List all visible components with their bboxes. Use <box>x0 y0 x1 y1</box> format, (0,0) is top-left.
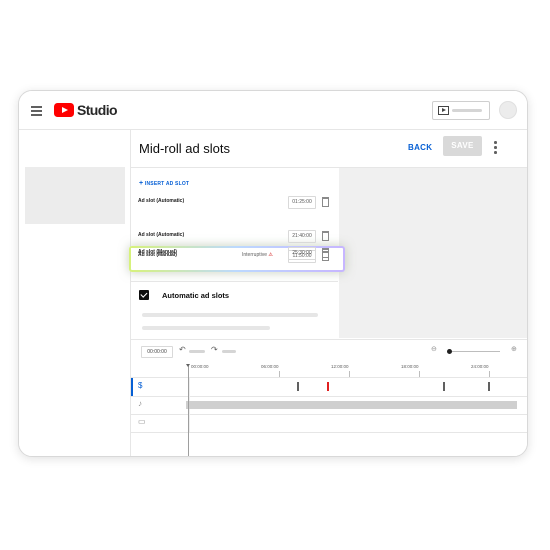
sidebar-thumbnail <box>25 167 125 224</box>
zoom-slider-track[interactable] <box>452 351 500 352</box>
description-placeholder <box>142 313 318 317</box>
create-button-label-placeholder <box>452 109 482 112</box>
youtube-logo-icon[interactable] <box>54 103 74 117</box>
ad-slot-label: Ad slot (Manual) <box>138 249 177 255</box>
top-bar: Studio <box>19 91 527 130</box>
ad-slot-marker[interactable] <box>443 382 445 391</box>
automatic-ad-slots-checkbox[interactable] <box>139 290 149 300</box>
create-button[interactable] <box>432 101 490 120</box>
hamburger-icon[interactable] <box>31 106 42 118</box>
ruler-tick-label: 00:00:00 <box>191 364 209 369</box>
ad-slot-marker[interactable] <box>297 382 299 391</box>
ruler-tick <box>349 371 350 377</box>
zoom-out-icon[interactable]: ⊖ <box>431 345 437 353</box>
main-content: Mid-roll ad slots BACK SAVE + INSERT AD … <box>131 130 527 456</box>
timeline-toolbar: 00:00:00 ↶ ↷ ⊖ ⊕ <box>131 339 527 362</box>
zoom-in-icon[interactable]: ⊕ <box>511 345 517 353</box>
undo-icon[interactable]: ↶ <box>179 345 186 354</box>
video-icon: ▭ <box>138 417 146 426</box>
ad-slot-time-field[interactable]: 01:25:00 <box>288 196 316 209</box>
ruler-tick <box>419 371 420 377</box>
playhead[interactable] <box>186 364 190 456</box>
insert-ad-slot-button[interactable]: + INSERT AD SLOT <box>139 180 189 187</box>
zoom-slider-handle[interactable] <box>447 349 452 354</box>
app-name[interactable]: Studio <box>77 102 118 118</box>
description-placeholder <box>142 326 270 330</box>
automatic-ad-slots-section: Automatic ad slots <box>131 281 338 339</box>
ruler-tick-label: 06:00:00 <box>261 364 279 369</box>
current-time-field[interactable]: 00:00:00 <box>141 346 173 358</box>
redo-label-placeholder <box>222 350 236 353</box>
create-video-icon <box>438 106 449 115</box>
redo-icon[interactable]: ↷ <box>211 345 218 354</box>
audio-track[interactable]: ▭ <box>131 414 527 433</box>
ad-slot-marker[interactable] <box>327 382 329 391</box>
more-options-icon[interactable] <box>493 141 499 156</box>
back-button[interactable]: BACK <box>408 143 432 152</box>
ad-slot-time-field[interactable]: 25:30:00 <box>288 247 316 260</box>
plus-icon: + <box>139 180 144 187</box>
video-track[interactable]: ♪ <box>131 396 527 415</box>
automatic-ad-slots-label: Automatic ad slots <box>162 291 230 300</box>
studio-window: Studio Mid-roll ad slots BACK SAVE + INS… <box>18 90 528 457</box>
trash-icon[interactable] <box>322 248 329 258</box>
save-button[interactable]: SAVE <box>443 136 482 156</box>
dollar-icon: $ <box>138 381 143 390</box>
ad-slot-marker[interactable] <box>488 382 490 391</box>
page-header: Mid-roll ad slots BACK SAVE <box>131 130 527 168</box>
track-divider <box>189 378 190 396</box>
video-preview-area <box>339 168 527 338</box>
trash-icon[interactable] <box>322 231 329 241</box>
ruler-tick-label: 12:00:00 <box>331 364 349 369</box>
page-title: Mid-roll ad slots <box>139 141 231 156</box>
ad-track[interactable]: $ <box>131 378 527 397</box>
timeline-ruler: 00:00:00 06:00:00 12:00:00 18:00:00 24:0… <box>131 361 527 378</box>
trash-icon[interactable] <box>322 197 329 207</box>
ruler-tick <box>279 371 280 377</box>
ad-slot-label: Ad slot (Automatic) <box>138 232 185 238</box>
ruler-tick <box>489 371 490 377</box>
ad-slot-time-field[interactable]: 21:40:00 <box>288 230 316 243</box>
ruler-tick-label: 18:00:00 <box>401 364 419 369</box>
ad-slot-row[interactable]: Ad slot (Manual) 25:30:00 <box>131 245 338 262</box>
avatar[interactable] <box>499 101 517 119</box>
ad-track-indicator <box>131 378 133 396</box>
ad-slot-row[interactable]: Ad slot (Automatic) 01:25:00 <box>131 194 338 211</box>
ad-slots-panel: + INSERT AD SLOT Ad slot (Automatic) 01:… <box>131 168 343 281</box>
track-divider <box>189 414 190 432</box>
sidebar <box>19 130 131 456</box>
insert-ad-slot-label: INSERT AD SLOT <box>144 181 190 187</box>
ruler-tick-label: 24:00:00 <box>471 364 489 369</box>
undo-label-placeholder <box>189 350 205 353</box>
ad-slot-row[interactable]: Ad slot (Automatic) 21:40:00 <box>131 228 338 245</box>
video-clip[interactable] <box>186 401 517 409</box>
ad-slot-label: Ad slot (Automatic) <box>138 198 185 204</box>
music-note-icon: ♪ <box>138 399 142 408</box>
